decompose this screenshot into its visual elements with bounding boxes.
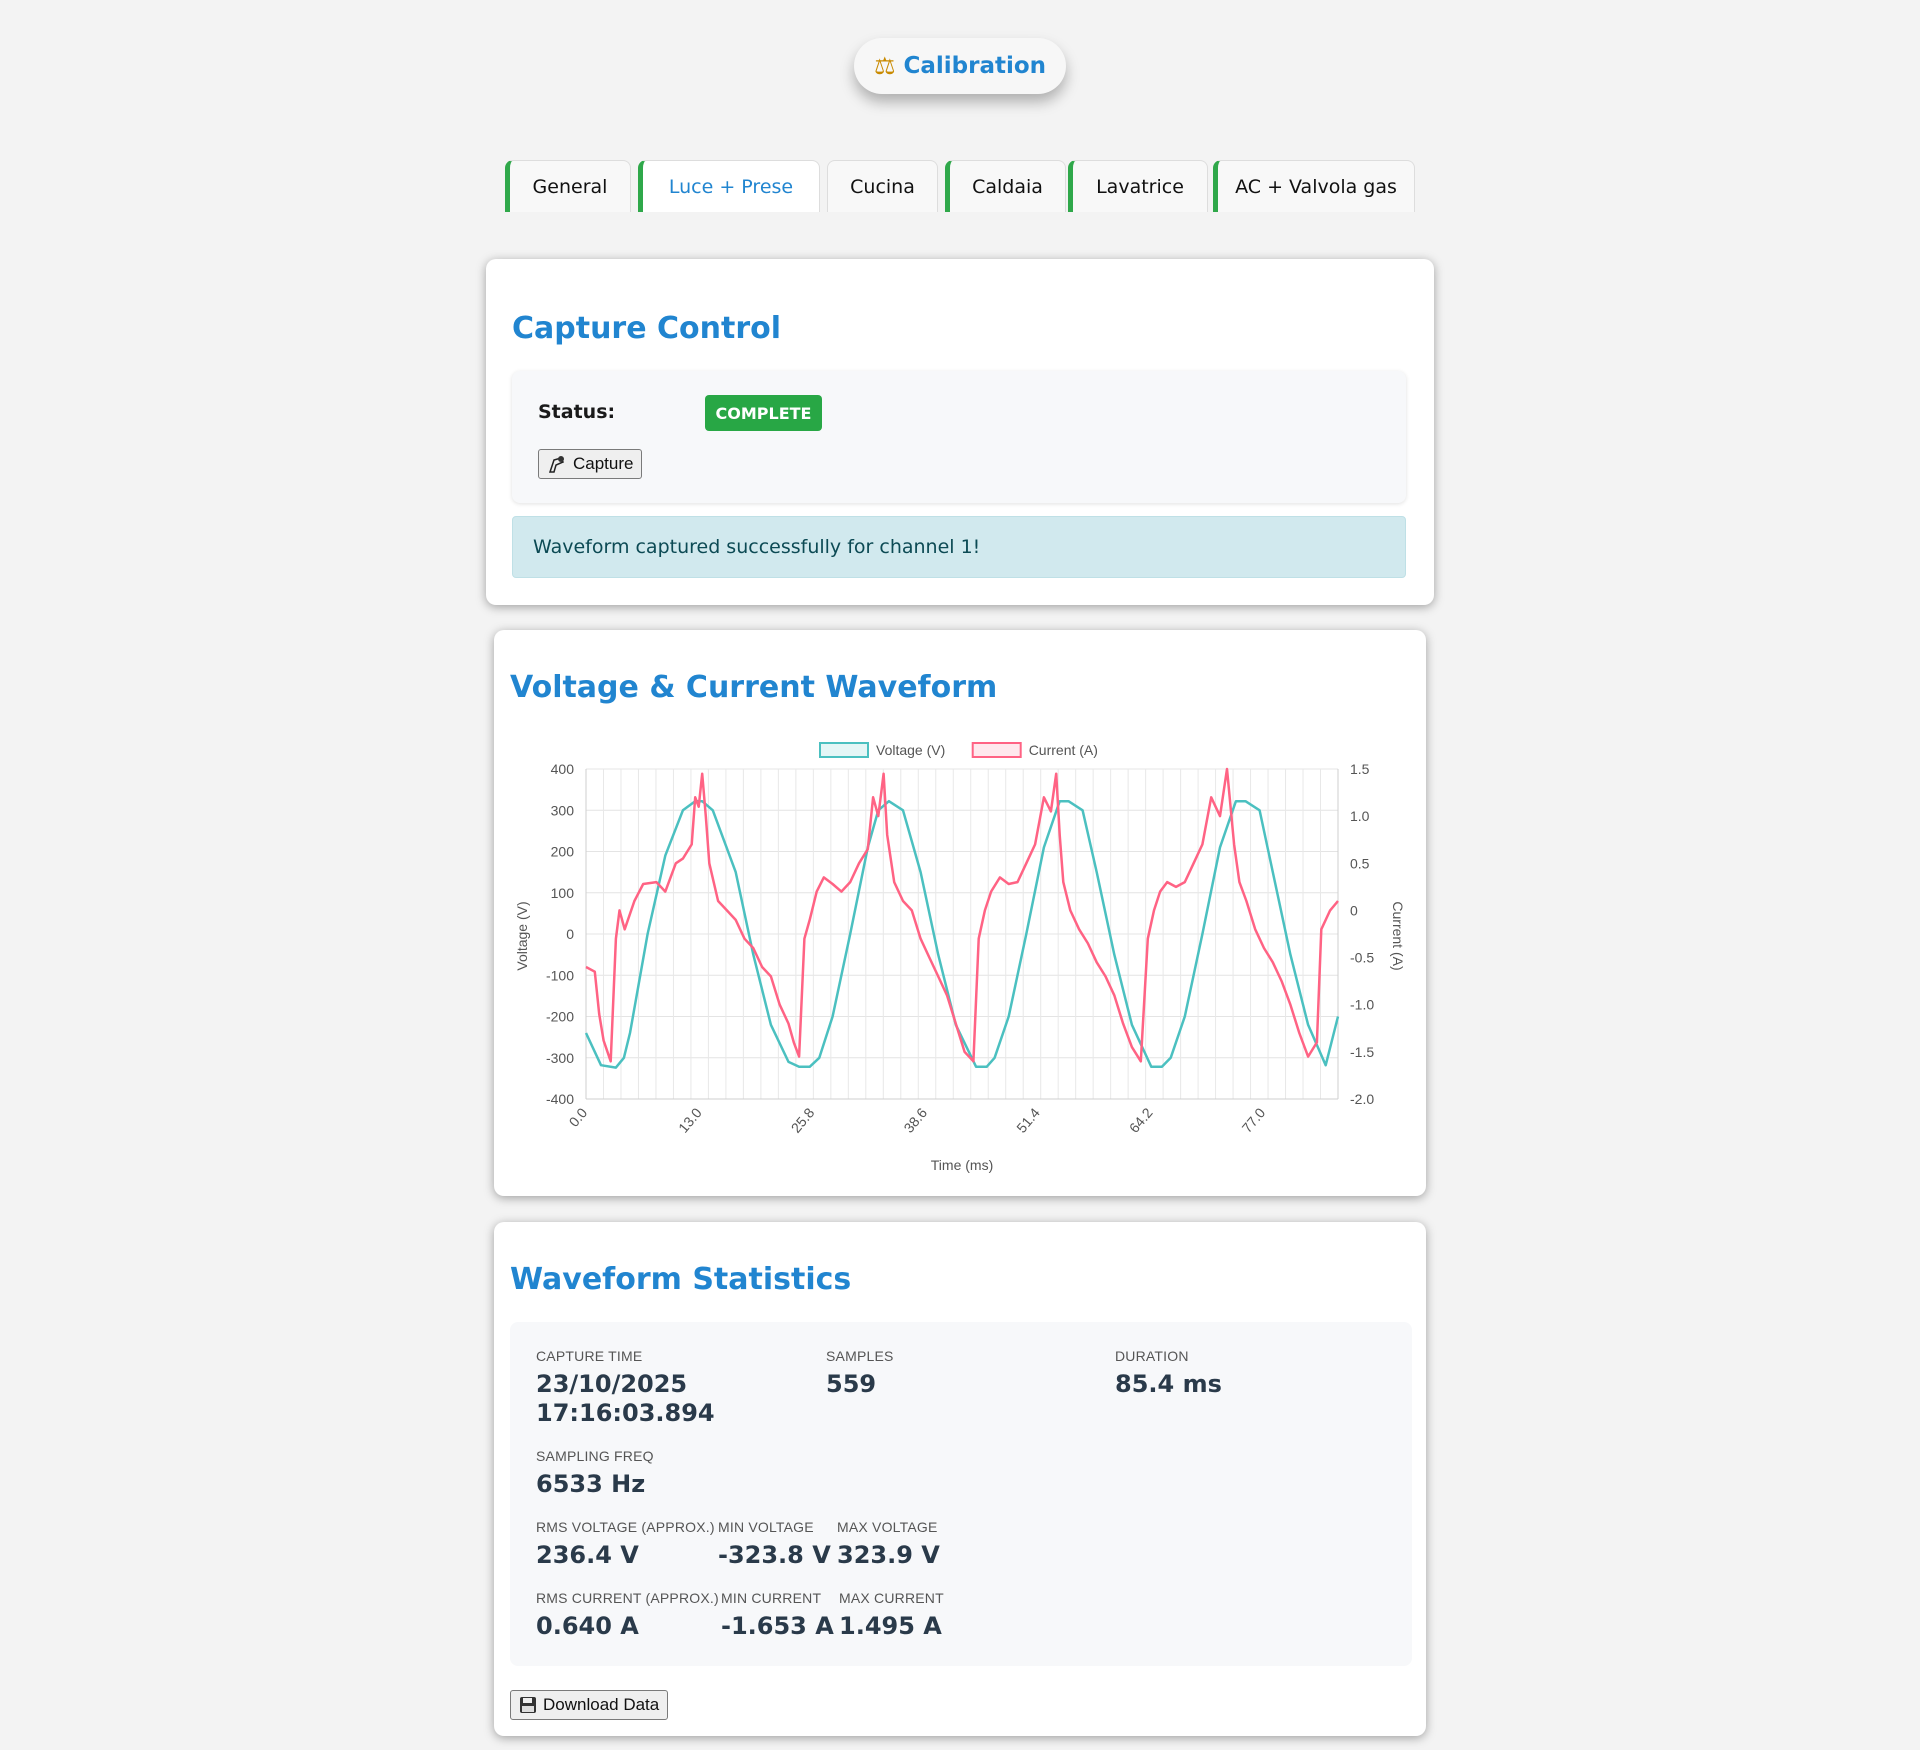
stat-label: RMS Voltage (approx.) [536, 1519, 715, 1535]
stat-value: 85.4 ms [1115, 1370, 1222, 1398]
stat-value: -1.653 A [721, 1612, 834, 1640]
chart-legend: Voltage (V) Current (A) [819, 742, 1098, 758]
x-tick-label: 13.0 [675, 1104, 705, 1135]
y-tick-label: 0 [566, 926, 574, 942]
page-title: Calibration [903, 53, 1047, 79]
capture-button[interactable]: Capture [538, 449, 643, 479]
stat-label: Samples [826, 1348, 894, 1364]
balance-scale-icon: ⚖ [873, 52, 896, 80]
stat-label: Max Current [839, 1590, 944, 1606]
y2-tick-label: 1.0 [1350, 808, 1370, 824]
stat-value: 236.4 V [536, 1541, 639, 1569]
stat-value: 323.9 V [837, 1541, 940, 1569]
status-badge: COMPLETE [705, 395, 822, 431]
page-title-pill: ⚖ Calibration [854, 38, 1066, 94]
statistics-panel: Capture Time 23/10/2025 17:16:03.894 Sam… [510, 1322, 1412, 1666]
series-line-current [585, 767, 1339, 1063]
x-tick-label: 25.8 [788, 1104, 818, 1135]
y2-tick-label: -1.5 [1350, 1044, 1374, 1060]
stat-label: RMS Current (approx.) [536, 1590, 719, 1606]
stat-max-current: Max Current 1.495 A [839, 1590, 944, 1641]
y-tick-label: -400 [546, 1091, 574, 1107]
stat-label: Min Voltage [718, 1519, 814, 1535]
tab-caldaia[interactable]: Caldaia [945, 160, 1066, 212]
x-axis-label: Time (ms) [931, 1157, 993, 1173]
y2-tick-label: -1.0 [1350, 997, 1374, 1013]
stat-rms-voltage: RMS Voltage (approx.) 236.4 V [536, 1519, 715, 1570]
y-axis-label: Voltage (V) [514, 901, 530, 970]
tab-lavatrice[interactable]: Lavatrice [1068, 160, 1208, 212]
stat-label: Max Voltage [837, 1519, 938, 1535]
y-tick-label: -200 [546, 1009, 574, 1025]
capture-control-card: Capture Control Status: COMPLETE Capture… [486, 259, 1434, 605]
y2-tick-label: 0.5 [1350, 855, 1370, 871]
legend-swatch [819, 742, 869, 758]
stat-value: 23/10/2025 17:16:03.894 [536, 1370, 715, 1428]
stat-rms-current: RMS Current (approx.) 0.640 A [536, 1590, 719, 1641]
x-tick-label: 51.4 [1013, 1104, 1043, 1135]
tab-label: General [532, 175, 608, 198]
tab-ac-valvola-gas[interactable]: AC + Valvola gas [1213, 160, 1415, 212]
tab-label: Lavatrice [1096, 175, 1184, 198]
legend-label: Voltage (V) [876, 742, 945, 758]
stat-value: 1.495 A [839, 1612, 942, 1640]
tab-label: AC + Valvola gas [1235, 175, 1397, 198]
y-tick-label: 400 [551, 761, 575, 777]
y2-tick-label: 1.5 [1350, 761, 1370, 777]
stat-min-current: Min Current -1.653 A [721, 1590, 834, 1641]
stat-label: Capture Time [536, 1348, 643, 1364]
capture-control-title: Capture Control [512, 311, 782, 346]
stat-value: -323.8 V [718, 1541, 831, 1569]
stat-value: 0.640 A [536, 1612, 639, 1640]
stat-capture-time: Capture Time 23/10/2025 17:16:03.894 [536, 1348, 715, 1428]
legend-label: Current (A) [1029, 742, 1098, 758]
waveform-card: Voltage & Current Waveform 400 300 200 100 0… [494, 630, 1426, 1196]
tab-general[interactable]: General [505, 160, 631, 212]
tab-label: Caldaia [972, 175, 1043, 198]
stat-min-voltage: Min Voltage -323.8 V [718, 1519, 831, 1570]
x-tick-label: 38.6 [900, 1104, 930, 1135]
y2-axis-label: Current (A) [1390, 901, 1406, 970]
stat-label: Sampling Freq [536, 1448, 654, 1464]
camera-icon [548, 456, 565, 473]
y-tick-label: 300 [551, 802, 575, 818]
stat-label: Duration [1115, 1348, 1189, 1364]
stat-duration: Duration 85.4 ms [1115, 1348, 1222, 1399]
stat-max-voltage: Max Voltage 323.9 V [837, 1519, 940, 1570]
stat-value: 559 [826, 1370, 877, 1398]
y-tick-label: 200 [551, 844, 575, 860]
statistics-card: Waveform Statistics Capture Time 23/10/2… [494, 1222, 1426, 1736]
y2-tick-label: -2.0 [1350, 1091, 1374, 1107]
status-label: Status: [538, 401, 616, 423]
capture-button-label: Capture [573, 454, 634, 473]
capture-date: 23/10/2025 [536, 1370, 688, 1398]
x-tick-label: 0.0 [566, 1104, 591, 1129]
tab-cucina[interactable]: Cucina [827, 160, 938, 212]
y-tick-label: 100 [551, 885, 575, 901]
y-tick-label: -300 [546, 1050, 574, 1066]
chart-series [584, 767, 1340, 1069]
tab-luce-prese[interactable]: Luce + Prese [638, 160, 820, 212]
x-tick-label: 77.0 [1239, 1104, 1269, 1135]
stat-label: Min Current [721, 1590, 822, 1606]
floppy-disk-icon [520, 1697, 536, 1713]
success-alert: Waveform captured successfully for chann… [512, 516, 1406, 578]
y-tick-label: -100 [546, 967, 574, 983]
chart-grid [585, 768, 1339, 1100]
status-panel: Status: COMPLETE Capture [512, 371, 1406, 503]
y2-tick-label: -0.5 [1350, 950, 1374, 966]
stat-sampling-freq: Sampling Freq 6533 Hz [536, 1448, 654, 1499]
tab-label: Luce + Prese [668, 175, 794, 198]
capture-clock: 17:16:03.894 [536, 1399, 715, 1427]
download-button-label: Download Data [543, 1695, 660, 1714]
stat-value: 6533 Hz [536, 1470, 646, 1498]
statistics-title: Waveform Statistics [510, 1262, 852, 1297]
y2-tick-label: 0 [1350, 902, 1358, 918]
download-data-button[interactable]: Download Data [510, 1690, 669, 1720]
waveform-chart: 400 300 200 100 0 -100 -200 -300 -400 1.5 1.0 0.5 0 -… [514, 742, 1406, 1173]
tab-label: Cucina [850, 175, 915, 198]
stat-samples: Samples 559 [826, 1348, 894, 1399]
legend-swatch [971, 742, 1022, 758]
x-tick-label: 64.2 [1126, 1104, 1156, 1135]
